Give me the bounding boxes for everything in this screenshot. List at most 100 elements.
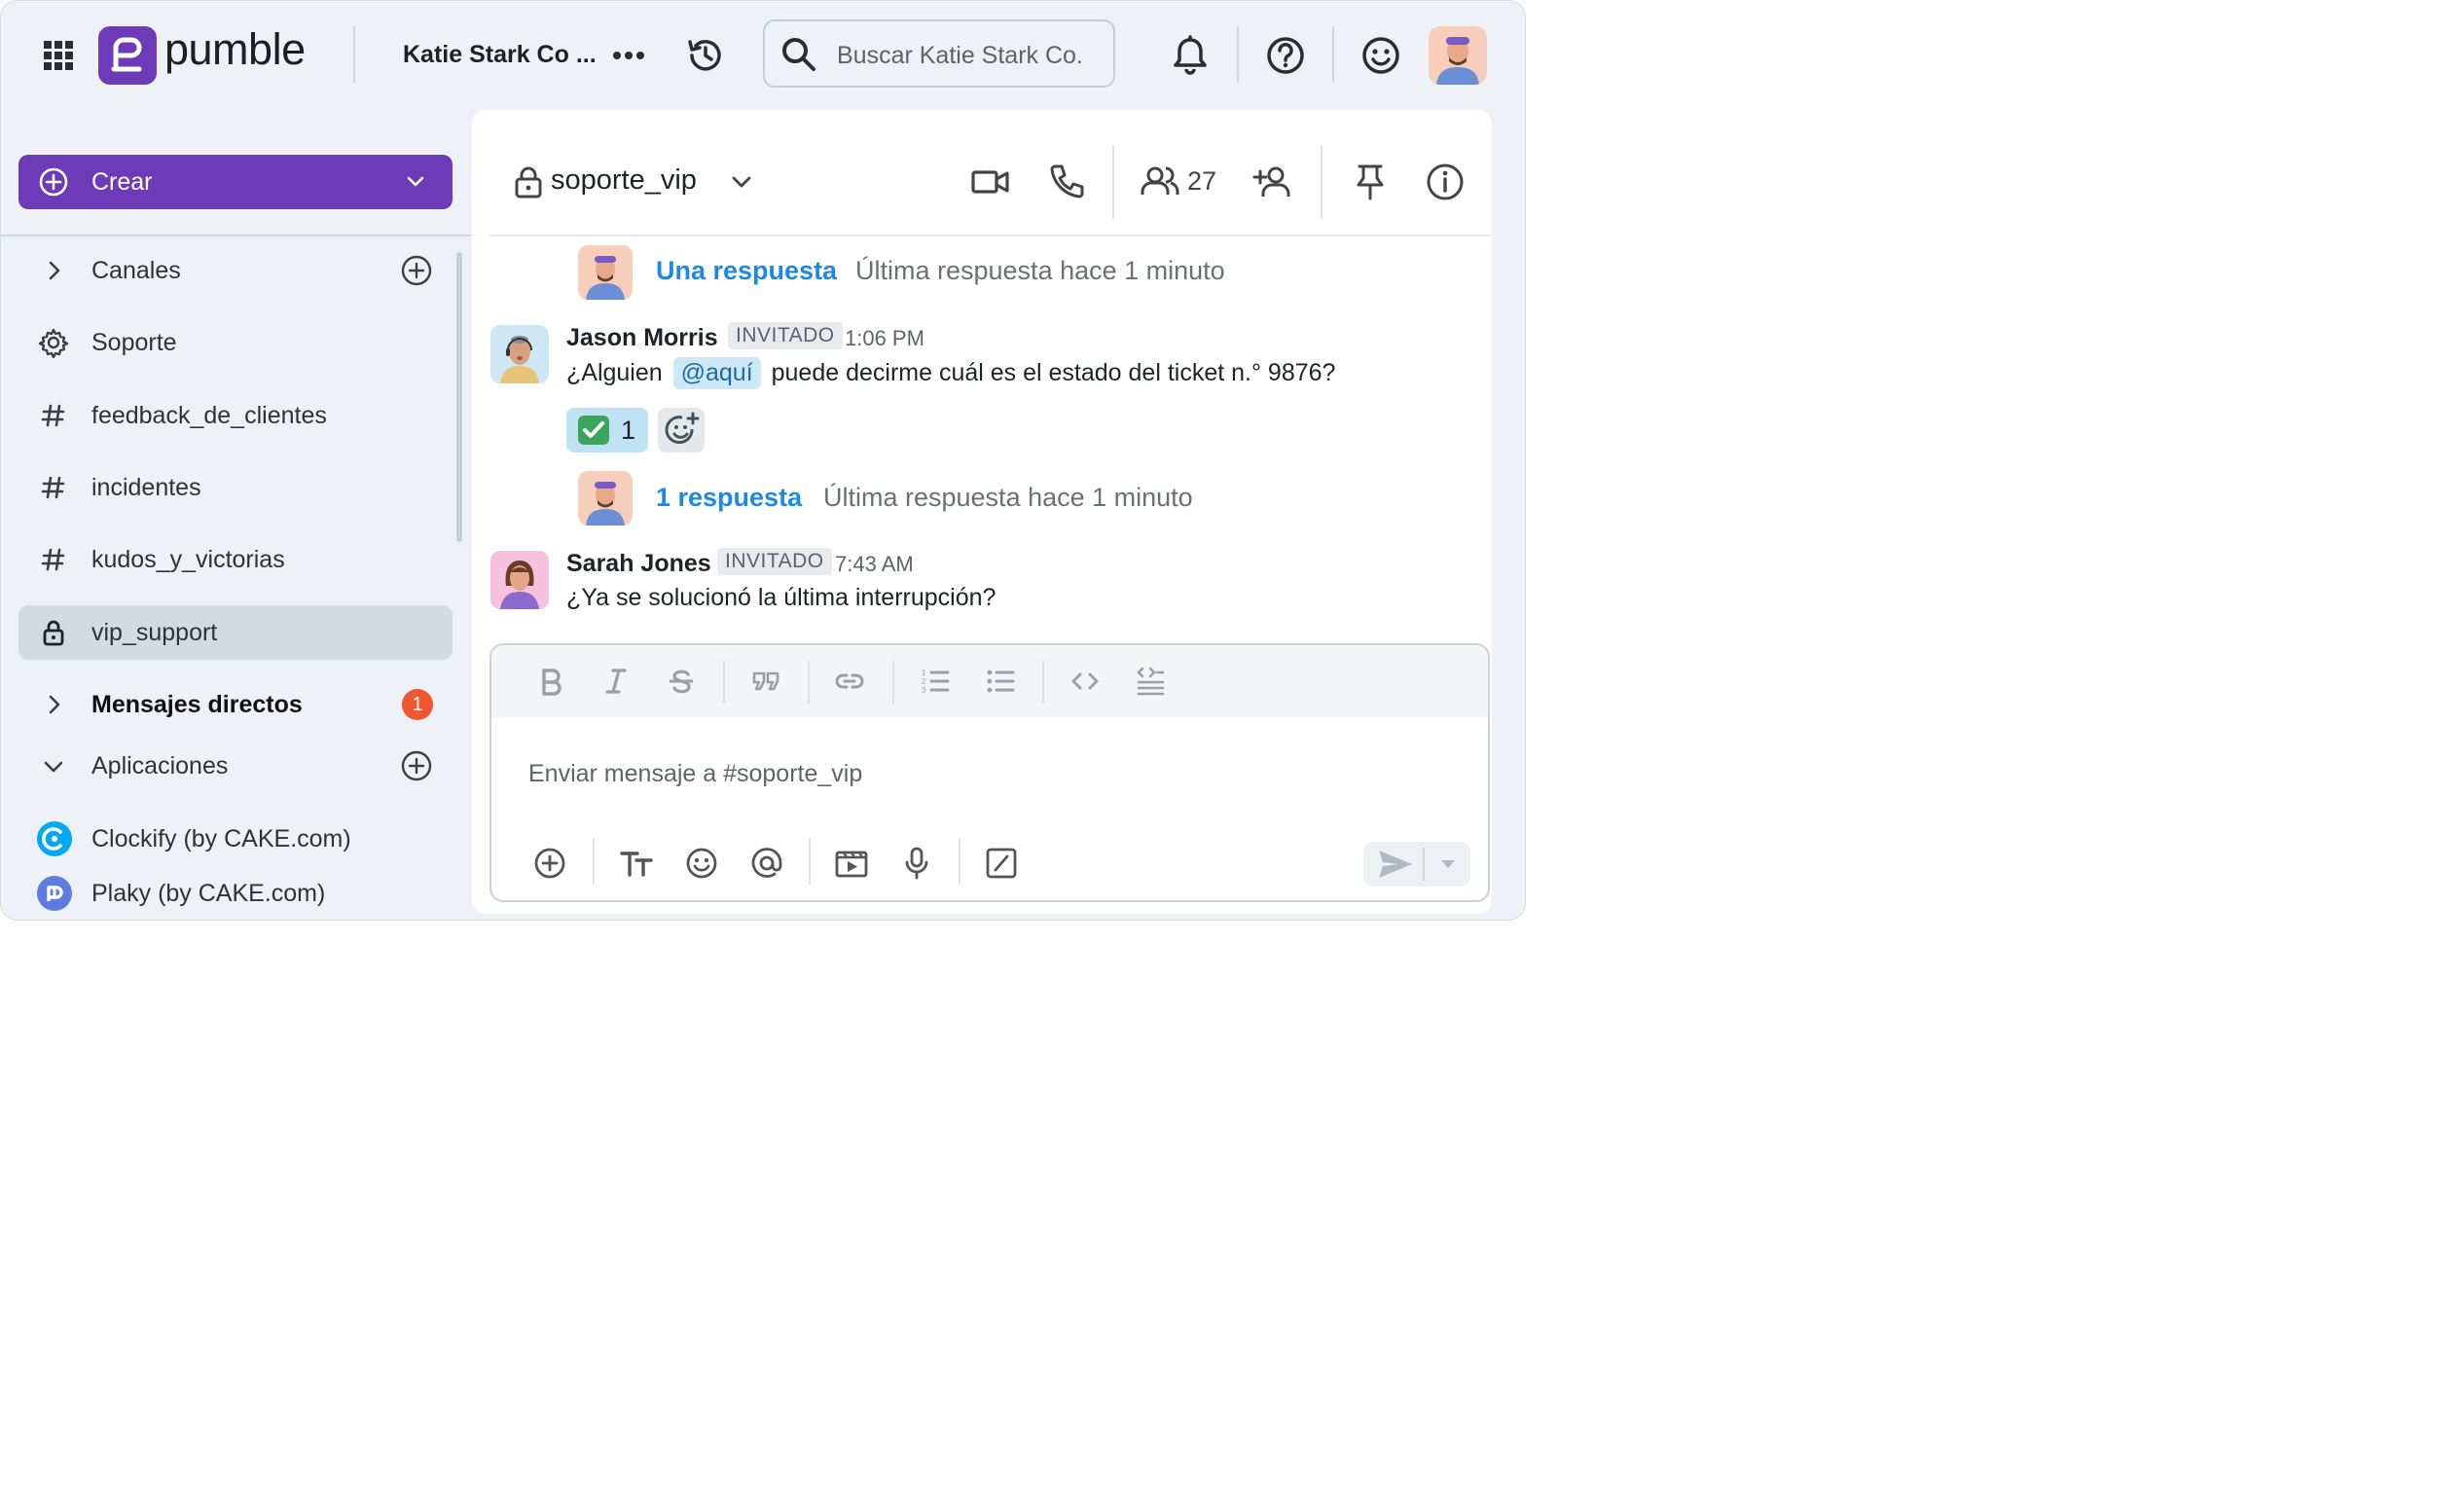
divider — [353, 26, 355, 83]
brand-name: pumble — [164, 24, 306, 74]
sidebar-item-canales[interactable]: Canales — [18, 243, 453, 298]
bold-icon[interactable] — [535, 666, 566, 697]
quote-icon[interactable] — [750, 666, 781, 697]
plus-circle-icon[interactable] — [532, 846, 567, 881]
sidebar-scrollbar[interactable] — [456, 252, 462, 542]
add-channel-icon[interactable] — [400, 254, 433, 287]
send-icon — [1379, 848, 1455, 881]
add-member-icon[interactable] — [1252, 162, 1293, 202]
members-icon[interactable] — [1140, 162, 1180, 202]
create-label: Crear — [91, 168, 153, 196]
sidebar-item-plaky[interactable]: Plaky (by CAKE.com) — [18, 866, 453, 920]
text-format-icon[interactable] — [619, 846, 654, 881]
sidebar-item-clockify[interactable]: Clockify (by CAKE.com) — [18, 812, 453, 866]
message-author[interactable]: Jason Morris — [566, 324, 718, 352]
thread-reply-avatar[interactable] — [578, 245, 633, 300]
sidebar-item-aplicaciones[interactable]: Aplicaciones — [18, 739, 453, 793]
reaction-check[interactable]: 1 — [566, 408, 648, 453]
channel-title[interactable]: soporte_vip — [551, 164, 697, 197]
create-button[interactable]: Crear — [18, 155, 453, 209]
divider — [1042, 661, 1044, 704]
message-time[interactable]: 1:06 PM — [845, 326, 924, 351]
help-icon[interactable] — [1264, 34, 1307, 77]
workspace-name[interactable]: Katie Stark Co ... — [403, 41, 597, 69]
video-call-icon[interactable] — [970, 162, 1011, 202]
mention-icon[interactable] — [749, 846, 784, 881]
video-clip-icon[interactable] — [834, 846, 869, 881]
italic-icon[interactable] — [600, 666, 632, 697]
lock-icon — [43, 620, 64, 646]
chevron-right-icon — [49, 695, 60, 714]
numbered-list-icon[interactable]: 123 — [920, 666, 951, 697]
strikethrough-icon[interactable] — [666, 666, 697, 697]
sidebar-item-soporte[interactable]: Soporte — [18, 315, 453, 370]
divider — [892, 661, 894, 704]
avatar[interactable] — [490, 325, 549, 383]
send-button[interactable] — [1363, 842, 1470, 887]
search-input[interactable] — [837, 39, 1105, 72]
status-emoji-icon[interactable] — [1359, 34, 1402, 77]
app-window: pumble Katie Stark Co ... Buscar Katie S… — [0, 0, 1526, 921]
sidebar-item-vip-support[interactable]: vip_support — [18, 605, 453, 660]
message-author[interactable]: Sarah Jones — [566, 550, 711, 578]
sidebar-item-label: incidentes — [91, 474, 201, 501]
thread-replies-link[interactable]: Una respuesta — [656, 256, 837, 286]
message-time[interactable]: 7:43 AM — [835, 552, 914, 577]
info-icon[interactable] — [1425, 162, 1466, 202]
header-divider — [489, 235, 1492, 236]
history-icon[interactable] — [684, 34, 727, 77]
message-input[interactable] — [528, 757, 1404, 790]
message-text: ¿Ya se solucionó la última interrupción? — [566, 584, 996, 611]
divider — [1321, 145, 1323, 219]
thread-reply-avatar[interactable] — [578, 471, 633, 526]
guest-badge: INVITADO — [728, 322, 843, 349]
message-text-end: puede decirme cuál es el estado del tick… — [771, 359, 1336, 386]
pin-icon[interactable] — [1350, 162, 1391, 202]
formatting-toolbar: 123 — [491, 645, 1488, 717]
member-count[interactable]: 27 — [1187, 166, 1216, 197]
message-composer: 123 — [489, 643, 1490, 902]
thread-last-reply-time: Última respuesta hace 1 minuto — [823, 483, 1193, 512]
hash-icon — [41, 404, 65, 427]
mention-here[interactable]: @aquí — [672, 357, 761, 389]
slash-command-icon[interactable] — [984, 846, 1019, 881]
chevron-down-icon — [407, 176, 424, 187]
phone-icon[interactable] — [1046, 162, 1087, 202]
guest-badge: INVITADO — [717, 548, 832, 575]
microphone-icon[interactable] — [899, 846, 934, 881]
sidebar-item-feedback-de-clientes[interactable]: feedback_de_clientes — [18, 388, 453, 443]
user-avatar[interactable] — [1429, 26, 1487, 85]
search-box[interactable] — [763, 19, 1115, 88]
app-grid-icon[interactable] — [43, 40, 74, 71]
more-options-icon[interactable] — [610, 40, 647, 71]
reaction-count: 1 — [621, 416, 636, 445]
emoji-icon[interactable] — [684, 846, 719, 881]
message-text-start: ¿Alguien — [566, 359, 663, 386]
bulleted-list-icon[interactable] — [985, 666, 1016, 697]
add-app-icon[interactable] — [400, 749, 433, 782]
sidebar-divider — [1, 235, 471, 236]
avatar[interactable] — [490, 551, 549, 609]
plaky-icon — [37, 876, 72, 911]
sidebar-item-kudos-y-victorias[interactable]: kudos_y_victorias — [18, 532, 453, 587]
divider — [959, 838, 960, 885]
sidebar-item-label: kudos_y_victorias — [91, 546, 285, 573]
code-icon[interactable] — [1069, 666, 1101, 697]
top-bar: pumble Katie Stark Co ... — [1, 1, 1525, 110]
code-block-icon[interactable] — [1135, 666, 1166, 697]
hash-icon — [41, 476, 65, 499]
hash-icon — [41, 548, 65, 571]
chevron-down-icon[interactable] — [729, 169, 754, 195]
add-reaction-button[interactable] — [658, 408, 705, 453]
bell-icon[interactable] — [1169, 34, 1212, 77]
thread-replies-link[interactable]: 1 respuesta — [656, 483, 802, 513]
svg-text:2: 2 — [922, 677, 926, 686]
sidebar-item-incidentes[interactable]: incidentes — [18, 460, 453, 515]
message-text: ¿Alguien @aquí puede decirme cuál es el … — [566, 357, 1335, 389]
plus-circle-icon — [39, 167, 68, 197]
check-mark-emoji-icon — [578, 416, 609, 445]
clockify-icon — [37, 821, 72, 856]
sidebar-item-mensajes-directos[interactable]: Mensajes directos 1 — [18, 677, 453, 732]
divider — [1237, 26, 1239, 83]
link-icon[interactable] — [834, 666, 865, 697]
